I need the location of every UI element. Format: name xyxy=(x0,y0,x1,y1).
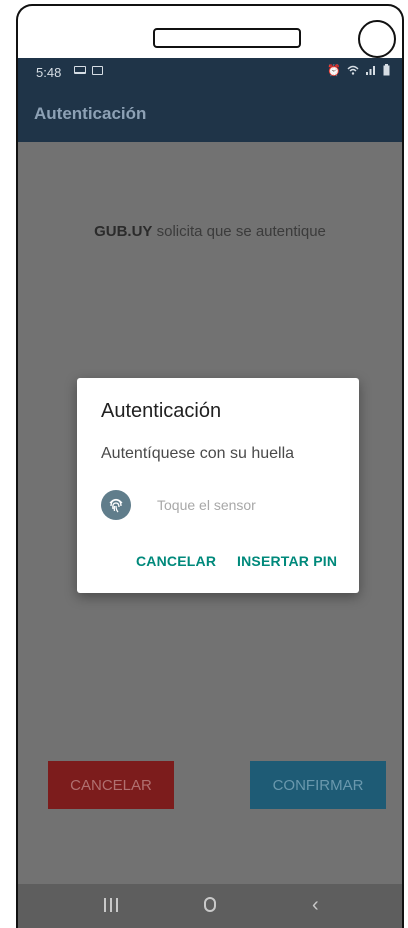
app-bar-title: Autenticación xyxy=(34,104,147,123)
status-right-icons: ⏰ xyxy=(327,64,390,77)
laptop-icon xyxy=(74,66,86,74)
insert-pin-button[interactable]: INSERTAR PIN xyxy=(237,553,337,569)
recents-icon[interactable] xyxy=(104,898,118,912)
status-left-icons xyxy=(74,66,103,75)
phone-frame-top xyxy=(16,4,404,58)
home-icon[interactable] xyxy=(204,897,216,912)
status-bar: 5:48 ⏰ xyxy=(18,58,402,86)
cancel-button[interactable]: CANCELAR xyxy=(48,761,174,809)
fingerprint-hint: Toque el sensor xyxy=(157,497,256,513)
dialog-subtitle: Autentíquese con su huella xyxy=(101,445,295,462)
battery-icon xyxy=(383,64,390,76)
dialog-cancel-button[interactable]: CANCELAR xyxy=(136,553,216,569)
dialog-title: Autenticación xyxy=(101,400,222,422)
app-bar: Autenticación xyxy=(18,86,402,142)
auth-prompt: GUB.UY solicita que se autentique xyxy=(78,222,342,241)
dimmed-footer xyxy=(18,844,402,884)
fingerprint-icon xyxy=(101,490,131,520)
image-icon xyxy=(92,66,103,75)
alarm-icon: ⏰ xyxy=(327,65,341,77)
nav-bar: ‹ xyxy=(18,884,402,928)
auth-dialog: Autenticación Autentíquese con su huella… xyxy=(77,378,359,593)
phone-camera xyxy=(358,20,396,58)
back-icon[interactable]: ‹ xyxy=(312,894,319,917)
confirm-button[interactable]: CONFIRMAR xyxy=(250,761,386,809)
status-time: 5:48 xyxy=(36,65,62,80)
wifi-icon xyxy=(347,65,359,75)
prompt-text: solicita que se autentique xyxy=(152,223,326,240)
signal-icon xyxy=(366,66,375,75)
phone-speaker xyxy=(153,28,301,48)
phone-screen: 5:48 ⏰ Autenticación GUB.UY solicita que… xyxy=(18,58,402,928)
prompt-app-name: GUB.UY xyxy=(94,223,153,240)
phone-frame-right xyxy=(402,56,404,928)
